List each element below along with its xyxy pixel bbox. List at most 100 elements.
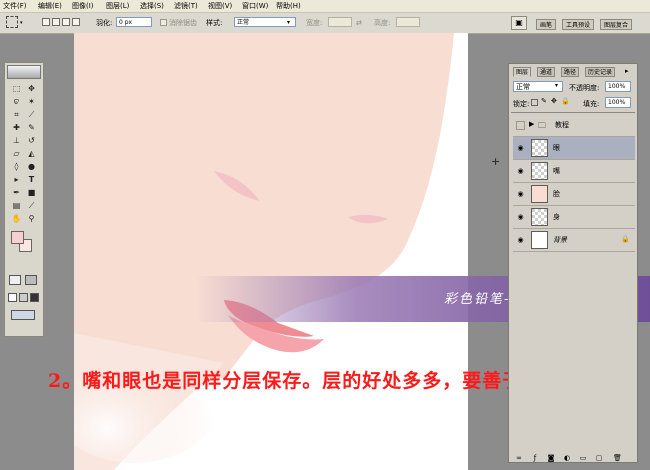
layer-name: 嘴 [553, 167, 560, 175]
antialias-label: 消除锯齿 [169, 19, 197, 27]
menu-file[interactable]: 文件(F) [3, 1, 27, 11]
path-select-icon[interactable]: ▸ [10, 174, 23, 185]
file-browser-icon[interactable]: ▣ [511, 16, 527, 30]
move-icon[interactable]: ✥ [25, 83, 38, 94]
quick-mask-icon[interactable] [25, 275, 37, 285]
subtract-selection-icon[interactable] [62, 18, 70, 26]
screen-mode-icon[interactable] [8, 293, 17, 302]
layer-style-icon[interactable]: ƒ [531, 454, 539, 462]
width-input[interactable] [328, 17, 352, 27]
tab-brushes[interactable]: 画笔 [536, 19, 557, 30]
lock-move-icon[interactable]: ✥ [551, 97, 557, 105]
notes-icon[interactable]: ▤ [10, 200, 23, 211]
marquee-icon[interactable]: ⬚ [10, 83, 23, 94]
swap-icon[interactable]: ⇄ [356, 19, 362, 28]
add-selection-icon[interactable] [52, 18, 60, 26]
delete-layer-icon[interactable]: 🗑 [613, 454, 622, 462]
feather-input[interactable]: 0 px [116, 17, 152, 27]
tab-channels[interactable]: 通道 [537, 67, 556, 77]
menu-image[interactable]: 图像(I) [72, 1, 94, 11]
full-screen-icon[interactable] [30, 293, 39, 302]
pen-icon[interactable]: ✒ [10, 187, 23, 198]
magic-wand-icon[interactable]: ✶ [25, 96, 38, 107]
eraser-icon[interactable]: ▱ [10, 148, 23, 159]
brush-icon[interactable]: ✎ [25, 122, 38, 133]
expand-arrow-icon[interactable]: ▶ [529, 120, 534, 128]
style-label: 样式: [206, 19, 223, 27]
history-brush-icon[interactable]: ↺ [25, 135, 38, 146]
menu-filter[interactable]: 滤镜(T) [174, 1, 198, 11]
hand-icon[interactable]: ✋ [10, 213, 23, 224]
eye-icon[interactable]: ◉ [516, 144, 525, 152]
height-label: 高度: [374, 19, 391, 27]
layer-row-background[interactable]: ◉ 背景 🔒 [513, 229, 635, 252]
panel-menu-icon[interactable]: ▸ [625, 67, 629, 75]
toolbox: ⬚ ✥ ଚ ✶ ⌗ ⟋ ✚ ✎ ⊥ ↺ ▱ ◭ ◊ ● ▸ T ✒ ■ ▤ ⟋ … [4, 62, 44, 337]
tab-layers[interactable]: 图层 [513, 67, 532, 77]
eye-icon[interactable]: ◉ [516, 167, 525, 175]
new-group-icon[interactable]: ▭ [579, 454, 587, 462]
chevron-down-icon: ▾ [555, 82, 559, 89]
blur-icon[interactable]: ◊ [10, 161, 23, 172]
tab-layer-comps[interactable]: 图层复合 [600, 19, 633, 30]
standard-mode-icon[interactable] [9, 275, 21, 285]
layer-row-group[interactable]: ▶ 🗀 教程 [513, 114, 635, 137]
fill-label: 填充: [583, 100, 600, 108]
fill-input[interactable]: 100% [605, 97, 631, 108]
chevron-down-icon[interactable]: ▾ [20, 20, 23, 26]
lock-label: 锁定: [513, 100, 530, 108]
document-canvas[interactable] [74, 33, 468, 470]
layer-list: ▶ 🗀 教程 ◉ 眼 ◉ 嘴 ◉ 脸 ◉ 身 ◉ 背景 🔒 [511, 112, 635, 313]
type-icon[interactable]: T [25, 174, 38, 185]
tab-tool-presets[interactable]: 工具预设 [562, 19, 595, 30]
slice-icon[interactable]: ⟋ [25, 109, 38, 120]
dodge-icon[interactable]: ● [25, 161, 38, 172]
zoom-icon[interactable]: ⚲ [25, 213, 38, 224]
eye-icon[interactable]: ◉ [516, 236, 525, 244]
lock-all-icon[interactable]: 🔒 [561, 97, 570, 105]
menu-edit[interactable]: 编辑(E) [38, 1, 62, 11]
eyedropper-icon[interactable]: ⟋ [25, 200, 38, 211]
healing-brush-icon[interactable]: ✚ [10, 122, 23, 133]
layer-mask-icon[interactable]: ◙ [547, 454, 555, 462]
tab-history[interactable]: 历史记录 [585, 67, 616, 77]
menu-help[interactable]: 帮助(H) [276, 1, 301, 11]
tab-paths[interactable]: 路径 [561, 67, 580, 77]
width-label: 宽度: [306, 19, 323, 27]
visibility-empty-icon[interactable] [516, 121, 525, 130]
stamp-icon[interactable]: ⊥ [10, 135, 23, 146]
layers-palette: 图层 通道 路径 历史记录 ▸ 正常 ▾ 不透明度: 100% 锁定: ✎ ✥ … [508, 63, 638, 463]
height-input[interactable] [396, 17, 420, 27]
lock-paint-icon[interactable]: ✎ [541, 97, 547, 105]
adjustment-layer-icon[interactable]: ◐ [563, 454, 571, 462]
menu-select[interactable]: 选择(S) [140, 1, 164, 11]
menu-window[interactable]: 窗口(W) [242, 1, 268, 11]
foreground-color-swatch[interactable] [11, 231, 24, 244]
eye-icon[interactable]: ◉ [516, 213, 525, 221]
full-screen-menu-icon[interactable] [19, 293, 28, 302]
layer-row-mouth[interactable]: ◉ 嘴 [513, 160, 635, 183]
eye-icon[interactable]: ◉ [516, 190, 525, 198]
menu-layer[interactable]: 图层(L) [106, 1, 129, 11]
layer-row-face[interactable]: ◉ 脸 [513, 183, 635, 206]
crop-icon[interactable]: ⌗ [10, 109, 23, 120]
layer-row-body[interactable]: ◉ 身 [513, 206, 635, 229]
antialias-checkbox[interactable] [160, 19, 167, 26]
lock-transparency-icon[interactable] [531, 99, 538, 106]
layer-row-eyes[interactable]: ◉ 眼 [513, 137, 635, 160]
shape-icon[interactable]: ■ [25, 187, 38, 198]
feather-label: 羽化: [96, 19, 113, 27]
marquee-tool-icon[interactable] [6, 16, 18, 28]
chevron-down-icon: ▾ [287, 19, 291, 26]
menu-bar: 文件(F) 编辑(E) 图像(I) 图层(L) 选择(S) 滤镜(T) 视图(V… [0, 0, 650, 13]
link-layers-icon[interactable]: ∞ [515, 454, 523, 462]
opacity-input[interactable]: 100% [605, 81, 631, 92]
jump-to-imageready-icon[interactable] [11, 310, 35, 320]
menu-view[interactable]: 视图(V) [208, 1, 232, 11]
new-selection-icon[interactable] [42, 18, 50, 26]
new-layer-icon[interactable]: ▢ [595, 454, 603, 462]
paint-bucket-icon[interactable]: ◭ [25, 148, 38, 159]
layer-name: 背景 [553, 236, 567, 244]
lasso-icon[interactable]: ଚ [10, 96, 23, 107]
intersect-selection-icon[interactable] [72, 18, 80, 26]
